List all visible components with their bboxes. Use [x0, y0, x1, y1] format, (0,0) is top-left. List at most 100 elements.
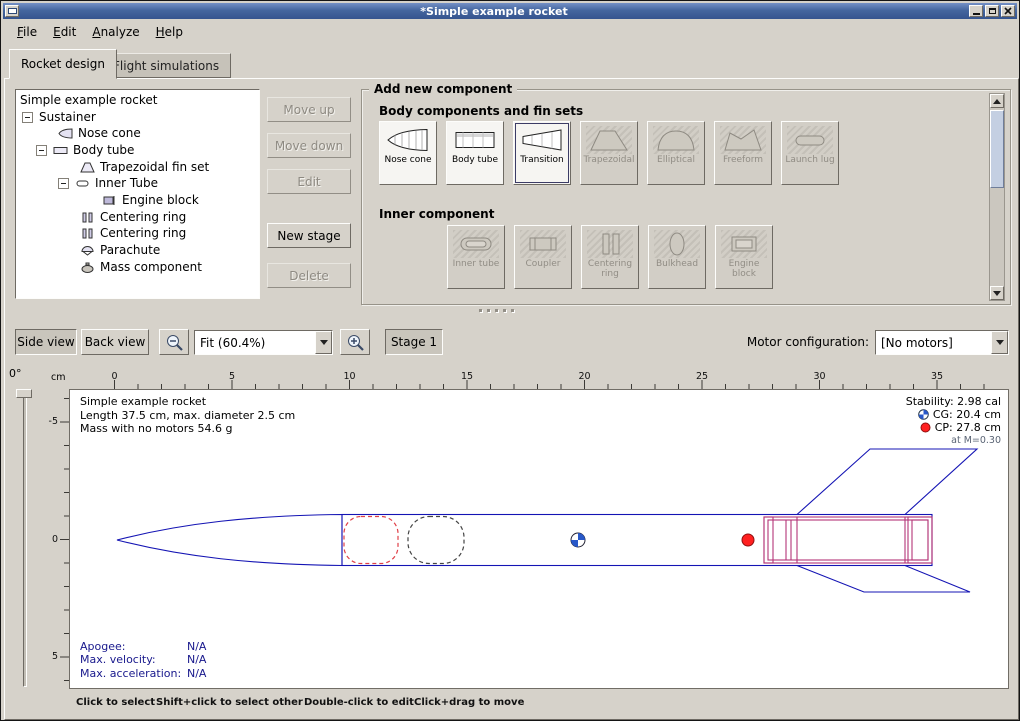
collapse-icon[interactable] — [36, 145, 47, 156]
menu-edit[interactable]: Edit — [45, 23, 84, 41]
side-view-button[interactable]: Side view — [15, 329, 77, 355]
dropdown-arrow-button[interactable] — [991, 331, 1008, 354]
scroll-up-button[interactable] — [990, 94, 1004, 108]
motor-configuration-select[interactable]: [No motors] — [875, 330, 1009, 355]
tree-item-engine-block[interactable]: Engine block — [102, 192, 199, 208]
tree-item-centering-ring-1[interactable]: Centering ring — [80, 209, 186, 225]
horizontal-ruler-ticks — [69, 369, 1009, 389]
add-launch-lug-button[interactable]: Launch lug — [781, 121, 839, 185]
tree-item-label: Parachute — [100, 243, 160, 257]
horizontal-ruler: 05101520253035 — [69, 369, 1009, 389]
collapse-icon[interactable] — [22, 112, 33, 123]
scrollbar-thumb[interactable] — [990, 110, 1004, 188]
menu-file[interactable]: File — [9, 23, 45, 41]
tree-item-centering-ring-2[interactable]: Centering ring — [80, 225, 186, 241]
body-tube-icon — [452, 126, 498, 154]
arrow-up-icon — [993, 99, 1001, 104]
stage-1-toggle[interactable]: Stage 1 — [385, 329, 443, 355]
h-ruler-label: 15 — [461, 371, 473, 382]
inner-tube-icon — [453, 230, 499, 258]
menu-help[interactable]: Help — [148, 23, 191, 41]
hint-double-click: Double-click to edit — [304, 697, 414, 708]
splitter-dot — [495, 309, 498, 312]
tab-flight-simulations[interactable]: Flight simulations — [101, 53, 231, 78]
add-transition-button[interactable]: Transition — [513, 121, 571, 185]
zoom-select[interactable]: Fit (60.4%) — [194, 330, 333, 355]
engine-block-icon — [102, 195, 117, 206]
tree-item-label: Sustainer — [39, 110, 96, 124]
tree-item-rocket[interactable]: Simple example rocket — [20, 92, 157, 108]
zoom-in-button[interactable] — [340, 329, 370, 355]
delete-button[interactable]: Delete — [267, 263, 351, 288]
menubar: File Edit Analyze Help — [3, 19, 1017, 44]
h-ruler-label: 0 — [111, 371, 117, 382]
add-inner-tube-button[interactable]: Inner tube — [447, 225, 505, 289]
motor-configuration-label: Motor configuration: — [743, 335, 869, 349]
fin-set-icon — [80, 162, 95, 173]
h-ruler-label: 20 — [578, 371, 590, 382]
add-elliptical-fin-button[interactable]: Elliptical — [647, 121, 705, 185]
rotation-slider-thumb[interactable] — [16, 389, 32, 398]
rotation-slider[interactable] — [23, 391, 27, 687]
centering-ring-icon — [80, 228, 95, 239]
splitter-dot — [487, 309, 490, 312]
tree-item-mass-component[interactable]: Mass component — [80, 259, 202, 275]
scroll-down-button[interactable] — [990, 286, 1004, 300]
chevron-down-icon — [996, 340, 1004, 345]
tree-item-inner-tube[interactable]: Inner Tube — [58, 175, 158, 191]
add-centering-ring-button[interactable]: Centering ring — [581, 225, 639, 289]
chevron-down-icon — [320, 340, 328, 345]
add-coupler-button[interactable]: Coupler — [514, 225, 572, 289]
minimize-button[interactable] — [969, 5, 983, 17]
splitter-dot — [511, 309, 514, 312]
mach-condition: at M=0.30 — [906, 434, 1001, 447]
add-engine-block-button[interactable]: Engine block — [715, 225, 773, 289]
tree-item-label: Engine block — [122, 193, 199, 207]
add-nose-cone-button[interactable]: Nose cone — [379, 121, 437, 185]
dropdown-arrow-button[interactable] — [315, 331, 332, 354]
tree-item-label: Simple example rocket — [20, 93, 157, 107]
move-up-button[interactable]: Move up — [267, 97, 351, 122]
edit-button[interactable]: Edit — [267, 169, 351, 194]
add-freeform-fin-button[interactable]: Freeform — [714, 121, 772, 185]
app-window: *Simple example rocket File Edit Analyze… — [0, 0, 1020, 721]
tree-item-nose-cone[interactable]: Nose cone — [58, 125, 141, 141]
splitter-handle[interactable] — [479, 309, 514, 312]
rocket-name: Simple example rocket — [80, 395, 295, 409]
add-bulkhead-button[interactable]: Bulkhead — [648, 225, 706, 289]
move-down-button[interactable]: Move down — [267, 133, 351, 158]
stability-value: Stability: 2.98 cal — [906, 395, 1001, 408]
window-menu-icon[interactable] — [5, 5, 19, 17]
engine-block-icon — [721, 230, 767, 258]
back-view-button[interactable]: Back view — [81, 329, 149, 355]
nose-cone-icon — [385, 126, 431, 154]
add-body-tube-button[interactable]: Body tube — [446, 121, 504, 185]
component-panel-scrollbar[interactable] — [989, 93, 1005, 301]
rotation-value: 0° — [9, 367, 22, 380]
collapse-icon[interactable] — [58, 178, 69, 189]
hint-click-select: Click to select — [76, 697, 155, 708]
new-stage-button[interactable]: New stage — [267, 223, 351, 248]
cp-marker — [742, 534, 754, 546]
maximize-button[interactable] — [985, 5, 999, 17]
add-trapezoidal-fin-button[interactable]: Trapezoidal — [580, 121, 638, 185]
tree-item-parachute[interactable]: Parachute — [80, 242, 160, 258]
zoom-out-icon — [165, 333, 184, 352]
tree-item-body-tube[interactable]: Body tube — [36, 142, 134, 158]
minimize-icon — [973, 13, 980, 15]
close-button[interactable] — [1001, 5, 1015, 17]
body-components-label: Body components and fin sets — [379, 104, 583, 118]
trapezoidal-fin-icon — [586, 126, 632, 154]
component-tree[interactable]: Simple example rocket Sustainer Nose con… — [15, 89, 260, 299]
tree-item-sustainer[interactable]: Sustainer — [22, 109, 96, 125]
tab-rocket-design[interactable]: Rocket design — [9, 49, 117, 79]
tree-item-fin-set[interactable]: Trapezoidal fin set — [80, 159, 209, 175]
tree-item-label: Trapezoidal fin set — [100, 160, 209, 174]
rocket-dimensions: Length 37.5 cm, max. diameter 2.5 cm — [80, 409, 295, 423]
zoom-out-button[interactable] — [159, 329, 189, 355]
arrow-down-icon — [993, 291, 1001, 296]
apogee-value: N/A — [187, 640, 206, 654]
menu-analyze[interactable]: Analyze — [84, 23, 147, 41]
vertical-ruler: -505 — [49, 389, 69, 689]
rocket-canvas[interactable]: Simple example rocket Length 37.5 cm, ma… — [69, 389, 1009, 689]
